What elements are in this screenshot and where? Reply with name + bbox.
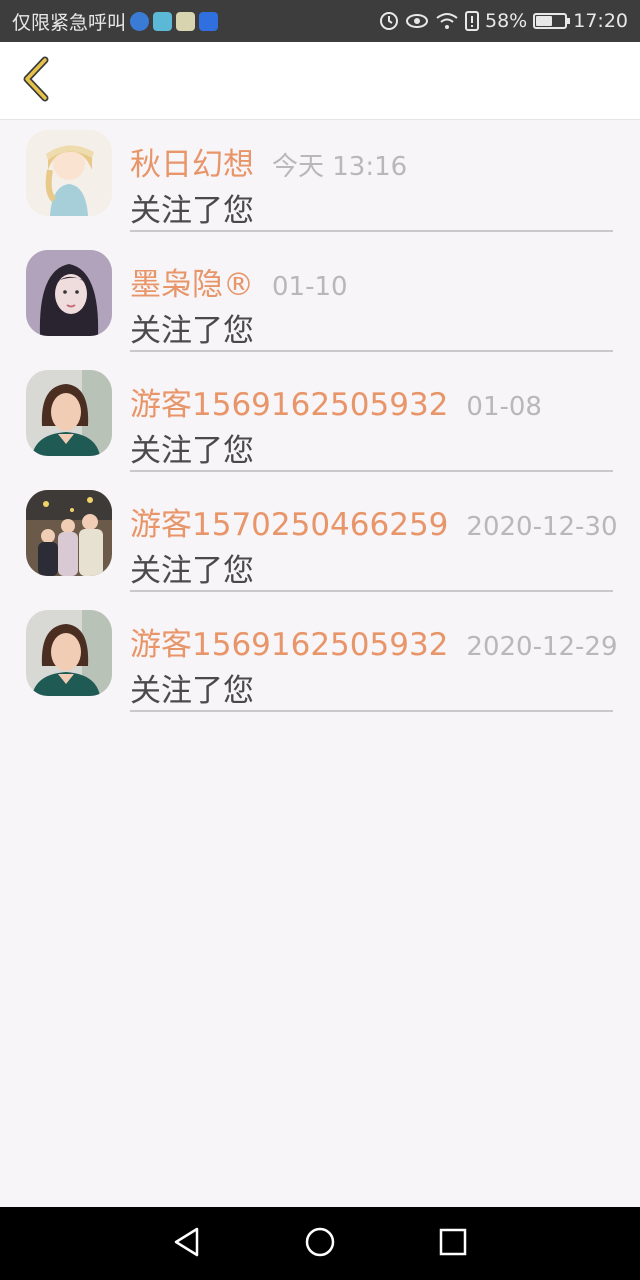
notification-message: 关注了您 (130, 673, 254, 709)
name-row: 秋日幻想 今天 13:16 (130, 139, 407, 184)
notification-message: 关注了您 (130, 313, 254, 349)
avatar[interactable] (26, 250, 112, 336)
browser-app-icon (199, 11, 219, 31)
list-item[interactable]: 游客1570250466259 2020-12-30 关注了您 (0, 481, 640, 601)
top-bar (0, 42, 640, 120)
nav-back-button[interactable] (163, 1220, 211, 1268)
avatar[interactable] (26, 130, 112, 216)
notification-message: 关注了您 (130, 553, 254, 589)
game-app-icon (176, 11, 196, 31)
name-row: 墨枭隐® 01-10 (130, 259, 348, 304)
wifi-icon (435, 12, 459, 30)
timestamp: 2020-12-30 (466, 512, 618, 542)
avatar[interactable] (26, 370, 112, 456)
list-item[interactable]: 游客1569162505932 2020-12-29 关注了您 (0, 601, 640, 721)
clock: 17:20 (573, 10, 628, 32)
nav-recents-button[interactable] (429, 1220, 477, 1268)
user-name[interactable]: 墨枭隐® (130, 259, 254, 304)
user-name[interactable]: 游客1570250466259 (130, 499, 448, 544)
timestamp: 今天 13:16 (272, 152, 408, 182)
list-item[interactable]: 墨枭隐® 01-10 关注了您 (0, 241, 640, 361)
app-notification-icon (130, 11, 150, 31)
recents-square-icon (438, 1227, 468, 1261)
video-app-icon (153, 11, 173, 31)
battery-icon (533, 13, 571, 29)
list-item[interactable]: 秋日幻想 今天 13:16 关注了您 (0, 121, 640, 241)
follow-notification-list: 秋日幻想 今天 13:16 关注了您 墨枭隐® 01-10 关注了您 游客156… (0, 121, 640, 721)
home-circle-icon (304, 1226, 336, 1262)
item-body: 游客1570250466259 2020-12-30 关注了您 (130, 481, 618, 592)
alarm-icon (379, 11, 399, 31)
battery-level (536, 16, 553, 26)
back-button[interactable] (12, 56, 60, 106)
timestamp: 01-08 (466, 392, 542, 422)
item-body: 秋日幻想 今天 13:16 关注了您 (130, 121, 613, 232)
user-name[interactable]: 游客1569162505932 (130, 379, 448, 424)
avatar[interactable] (26, 490, 112, 576)
status-bar: 仅限紧急呼叫 58% 17:20 (0, 0, 640, 42)
name-row: 游客1569162505932 2020-12-29 (130, 619, 618, 664)
status-left: 仅限紧急呼叫 (12, 8, 219, 35)
item-body: 游客1569162505932 01-08 关注了您 (130, 361, 613, 472)
notification-message: 关注了您 (130, 433, 254, 469)
user-name[interactable]: 秋日幻想 (130, 139, 254, 184)
timestamp: 2020-12-29 (466, 632, 618, 662)
item-body: 墨枭隐® 01-10 关注了您 (130, 241, 613, 352)
item-body: 游客1569162505932 2020-12-29 关注了您 (130, 601, 618, 712)
eye-icon (405, 12, 429, 30)
back-triangle-icon (172, 1226, 202, 1262)
carrier-text: 仅限紧急呼叫 (12, 11, 127, 34)
user-name[interactable]: 游客1569162505932 (130, 619, 448, 664)
name-row: 游客1570250466259 2020-12-30 (130, 499, 618, 544)
list-item[interactable]: 游客1569162505932 01-08 关注了您 (0, 361, 640, 481)
timestamp: 01-10 (272, 272, 348, 302)
status-right: 58% 17:20 (379, 10, 628, 32)
sim-icon (465, 11, 479, 31)
system-nav-bar (0, 1207, 640, 1280)
battery-percent: 58% (485, 10, 528, 32)
name-row: 游客1569162505932 01-08 (130, 379, 542, 424)
notification-message: 关注了您 (130, 193, 254, 229)
avatar[interactable] (26, 610, 112, 696)
chevron-left-icon (19, 56, 53, 106)
nav-home-button[interactable] (296, 1220, 344, 1268)
